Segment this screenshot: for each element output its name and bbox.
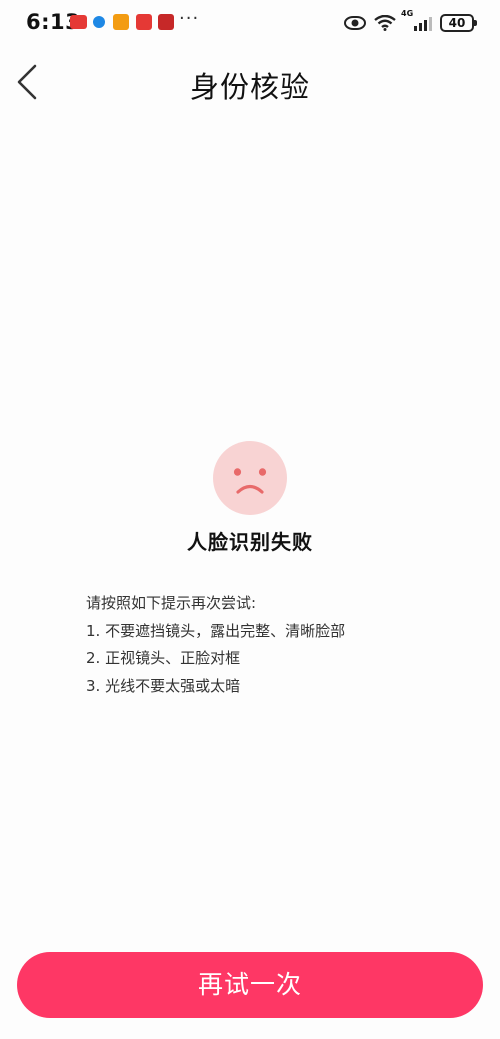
- tip-item: 2. 正视镜头、正脸对框: [86, 649, 241, 667]
- toutiao-app-icon: [70, 15, 87, 29]
- tip-item: 3. 光线不要太强或太暗: [86, 676, 241, 695]
- video-app-icon: [113, 14, 129, 30]
- retry-tips: 请按照如下提示再次尝试: 1. 不要遮挡镜头，露出完整、清晰脸部 2. 正视镜头…: [86, 590, 416, 700]
- retry-button[interactable]: 再试一次: [17, 952, 483, 1018]
- eye-comfort-icon: [344, 16, 366, 30]
- nav-header: 身份核验: [0, 52, 500, 112]
- tips-intro: 请按照如下提示再次尝试:: [86, 594, 257, 612]
- failure-title: 人脸识别失败: [187, 530, 313, 554]
- page-title: 身份核验: [189, 70, 310, 104]
- battery-indicator: 40: [440, 14, 477, 32]
- status-bar: 6:13 ··· 4G 40: [0, 0, 500, 44]
- book-app-icon: [158, 14, 174, 30]
- browser-app-icon: [93, 16, 105, 28]
- wifi-icon: [374, 15, 396, 31]
- status-indicators: 4G 40: [344, 9, 477, 34]
- network-type-label: 4G: [401, 9, 414, 18]
- read-app-icon: [136, 14, 152, 30]
- tip-item: 1. 不要遮挡镜头，露出完整、清晰脸部: [86, 621, 346, 640]
- more-notifications-icon: ···: [179, 8, 200, 29]
- sad-face-icon: [213, 441, 287, 515]
- signal-icon: 4G: [401, 9, 432, 31]
